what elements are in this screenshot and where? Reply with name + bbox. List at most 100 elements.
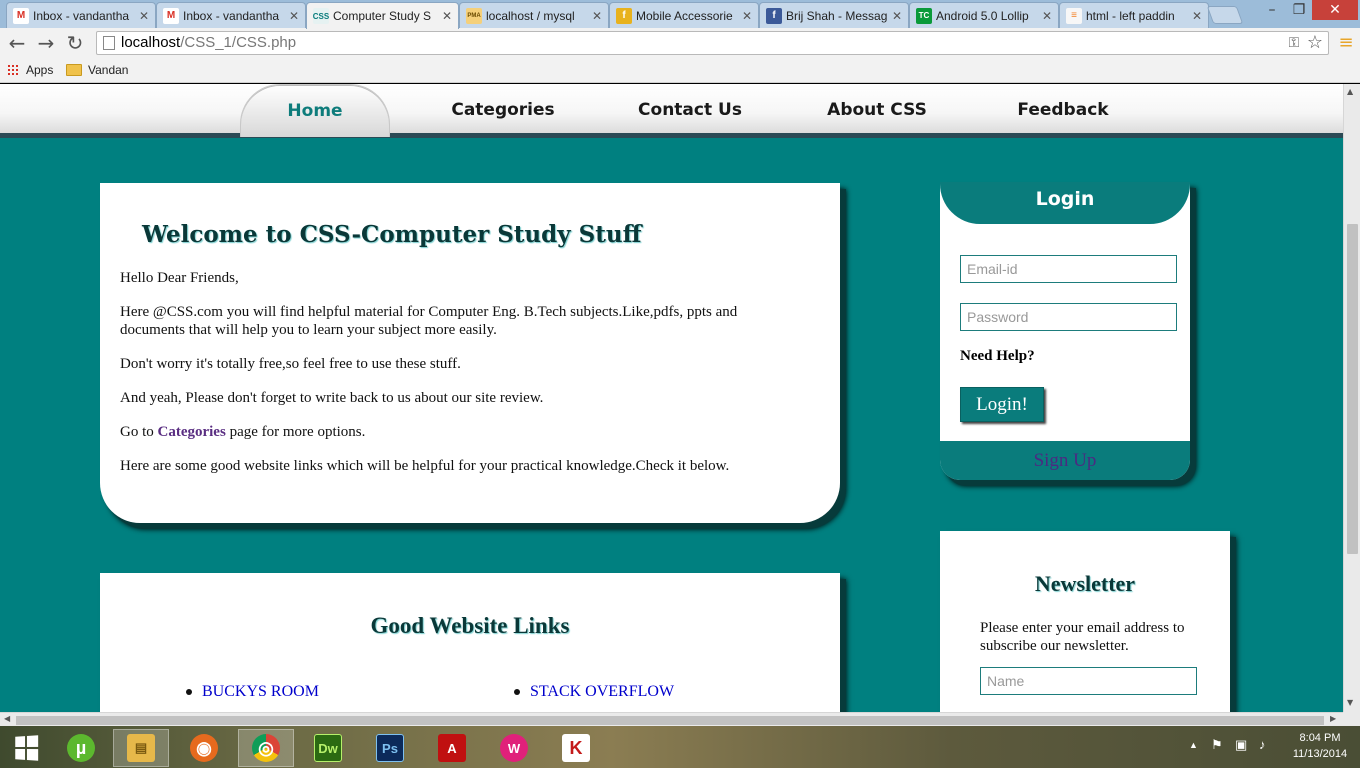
scroll-right-icon[interactable]: ▶ bbox=[1330, 714, 1336, 723]
tab-title: Brij Shah - Messag bbox=[786, 8, 888, 23]
taskbar-chrome[interactable]: ◎ bbox=[238, 729, 294, 767]
welcome-paragraph: Hello Dear Friends, bbox=[120, 270, 239, 286]
nav-feedback[interactable]: Feedback bbox=[988, 84, 1138, 137]
browser-toolbar: ← → ↻ localhost/CSS_1/CSS.php ⚿ ☆ ≡ bbox=[0, 28, 1360, 58]
welcome-body: Hello Dear Friends, Here @CSS.com you wi… bbox=[120, 269, 800, 491]
restore-icon[interactable]: ❐ bbox=[1286, 0, 1312, 20]
system-clock[interactable]: 8:04 PM 11/13/2014 bbox=[1288, 730, 1352, 762]
start-button[interactable] bbox=[0, 729, 52, 767]
reload-icon[interactable]: ↻ bbox=[63, 31, 87, 55]
password-field[interactable]: Password bbox=[960, 303, 1177, 331]
login-panel: Login Email-id Password Need Help? Login… bbox=[940, 182, 1190, 480]
browser-tab[interactable]: M Inbox - vandantha ✕ bbox=[6, 2, 156, 28]
list-item[interactable]: BUCKYS ROOM bbox=[186, 683, 319, 701]
nav-home[interactable]: Home bbox=[240, 84, 390, 137]
clock-time: 8:04 PM bbox=[1299, 732, 1341, 744]
scroll-thumb[interactable] bbox=[16, 716, 1324, 725]
email-field[interactable]: Email-id bbox=[960, 255, 1177, 283]
taskbar-photoshop[interactable]: Ps bbox=[362, 729, 418, 767]
menu-icon[interactable]: ≡ bbox=[1334, 31, 1358, 55]
back-icon[interactable]: ← bbox=[5, 31, 29, 55]
taskbar-acrobat[interactable]: A bbox=[424, 729, 480, 767]
new-tab-button[interactable] bbox=[1206, 6, 1244, 24]
scrollbar-corner bbox=[1343, 712, 1360, 726]
apps-grid-icon bbox=[7, 63, 20, 77]
welcome-paragraph: Here are some good website links which w… bbox=[120, 458, 730, 474]
vertical-scrollbar[interactable]: ▲ ▼ bbox=[1343, 84, 1360, 712]
bullet-icon bbox=[186, 689, 192, 696]
scroll-down-icon[interactable]: ▼ bbox=[1347, 698, 1353, 707]
star-icon[interactable]: ☆ bbox=[1303, 31, 1327, 55]
login-button[interactable]: Login! bbox=[960, 387, 1044, 422]
gmail-icon: M bbox=[13, 7, 29, 24]
close-icon[interactable]: ✕ bbox=[442, 9, 452, 23]
bookmark-label: Vandan bbox=[88, 63, 129, 77]
browser-tab[interactable]: M Inbox - vandantha ✕ bbox=[156, 2, 306, 28]
forward-icon[interactable]: → bbox=[34, 31, 58, 55]
welcome-panel: Welcome to CSS-Computer Study Stuff Hell… bbox=[100, 183, 840, 523]
acrobat-icon: A bbox=[438, 734, 466, 762]
close-icon[interactable]: ✕ bbox=[592, 9, 602, 23]
techcrunch-icon: TC bbox=[916, 7, 932, 24]
windows-logo-icon bbox=[15, 735, 39, 761]
taskbar-wamp[interactable]: W bbox=[486, 729, 542, 767]
newsletter-description: Please enter your email address to subsc… bbox=[980, 620, 1185, 654]
nav-categories[interactable]: Categories bbox=[430, 84, 576, 137]
browser-tab[interactable]: ≡ html - left paddin ✕ bbox=[1059, 2, 1209, 28]
taskbar-firefox[interactable]: ◉ bbox=[176, 729, 232, 767]
categories-link[interactable]: Categories bbox=[158, 424, 226, 440]
tab-title: Inbox - vandantha bbox=[33, 8, 130, 23]
link-buckys-room[interactable]: BUCKYS ROOM bbox=[202, 683, 319, 700]
close-window-icon[interactable]: ✕ bbox=[1312, 0, 1358, 20]
newsletter-name-field[interactable]: Name bbox=[980, 667, 1197, 695]
volume-icon[interactable]: ♪ bbox=[1259, 737, 1266, 752]
address-bar[interactable]: localhost/CSS_1/CSS.php bbox=[96, 31, 1329, 55]
scroll-thumb[interactable] bbox=[1347, 224, 1358, 554]
close-icon[interactable]: ✕ bbox=[892, 9, 902, 23]
folder-icon bbox=[66, 64, 82, 76]
taskbar-utorrent[interactable]: µ bbox=[53, 729, 109, 767]
network-icon[interactable]: ▣ bbox=[1235, 737, 1247, 753]
browser-tab[interactable]: PMA localhost / mysql ✕ bbox=[459, 2, 609, 28]
close-icon[interactable]: ✕ bbox=[742, 9, 752, 23]
link-stack-overflow[interactable]: STACK OVERFLOW bbox=[530, 683, 674, 700]
page-icon bbox=[103, 36, 115, 50]
chrome-icon: ◎ bbox=[252, 734, 280, 762]
links-panel: Good Website Links BUCKYS ROOM STACK OVE… bbox=[100, 573, 840, 712]
tab-title: Mobile Accessorie bbox=[636, 8, 733, 23]
text-fragment: Go to bbox=[120, 424, 158, 440]
kaspersky-icon: K bbox=[562, 734, 590, 762]
scroll-up-icon[interactable]: ▲ bbox=[1347, 87, 1353, 96]
browser-tab-active[interactable]: CSS Computer Study S ✕ bbox=[306, 2, 459, 29]
browser-tab[interactable]: TC Android 5.0 Lollip ✕ bbox=[909, 2, 1059, 28]
taskbar-dreamweaver[interactable]: Dw bbox=[300, 729, 356, 767]
close-icon[interactable]: ✕ bbox=[139, 9, 149, 23]
scroll-left-icon[interactable]: ◀ bbox=[4, 714, 10, 723]
action-center-icon[interactable]: ⚑ bbox=[1211, 737, 1223, 753]
signup-link[interactable]: Sign Up bbox=[940, 441, 1190, 480]
show-hidden-icons[interactable]: ▲ bbox=[1189, 740, 1198, 750]
tab-title: localhost / mysql bbox=[486, 8, 575, 23]
close-icon[interactable]: ✕ bbox=[1042, 9, 1052, 23]
browser-tab[interactable]: f Brij Shah - Messag ✕ bbox=[759, 2, 909, 28]
nav-contact-us[interactable]: Contact Us bbox=[615, 84, 765, 137]
bookmark-label: Apps bbox=[26, 63, 54, 77]
windows-taskbar: µ ▤ ◉ ◎ Dw Ps A W K ▲ ⚑ ▣ ♪ 8:04 PM 11/1… bbox=[0, 726, 1360, 768]
browser-tab[interactable]: f Mobile Accessorie ✕ bbox=[609, 2, 759, 28]
close-icon[interactable]: ✕ bbox=[1192, 9, 1202, 23]
minimize-icon[interactable]: – bbox=[1258, 0, 1286, 20]
dreamweaver-icon: Dw bbox=[314, 734, 342, 762]
nav-about-css[interactable]: About CSS bbox=[802, 84, 952, 137]
close-icon[interactable]: ✕ bbox=[289, 9, 299, 23]
page-viewport: Home Categories Contact Us About CSS Fee… bbox=[0, 84, 1343, 712]
horizontal-scrollbar[interactable]: ◀ ▶ bbox=[0, 712, 1343, 726]
list-item[interactable]: STACK OVERFLOW bbox=[514, 683, 674, 701]
bookmark-apps[interactable]: Apps bbox=[7, 62, 53, 78]
newsletter-title: Newsletter bbox=[1034, 571, 1136, 596]
taskbar-file-explorer[interactable]: ▤ bbox=[113, 729, 169, 767]
taskbar-kaspersky[interactable]: K bbox=[548, 729, 604, 767]
bookmark-vandan[interactable]: Vandan bbox=[66, 62, 128, 78]
newsletter-panel: Newsletter Please enter your email addre… bbox=[940, 531, 1230, 712]
tab-strip: M Inbox - vandantha ✕ M Inbox - vandanth… bbox=[0, 0, 1360, 29]
need-help-link[interactable]: Need Help? bbox=[960, 348, 1035, 365]
